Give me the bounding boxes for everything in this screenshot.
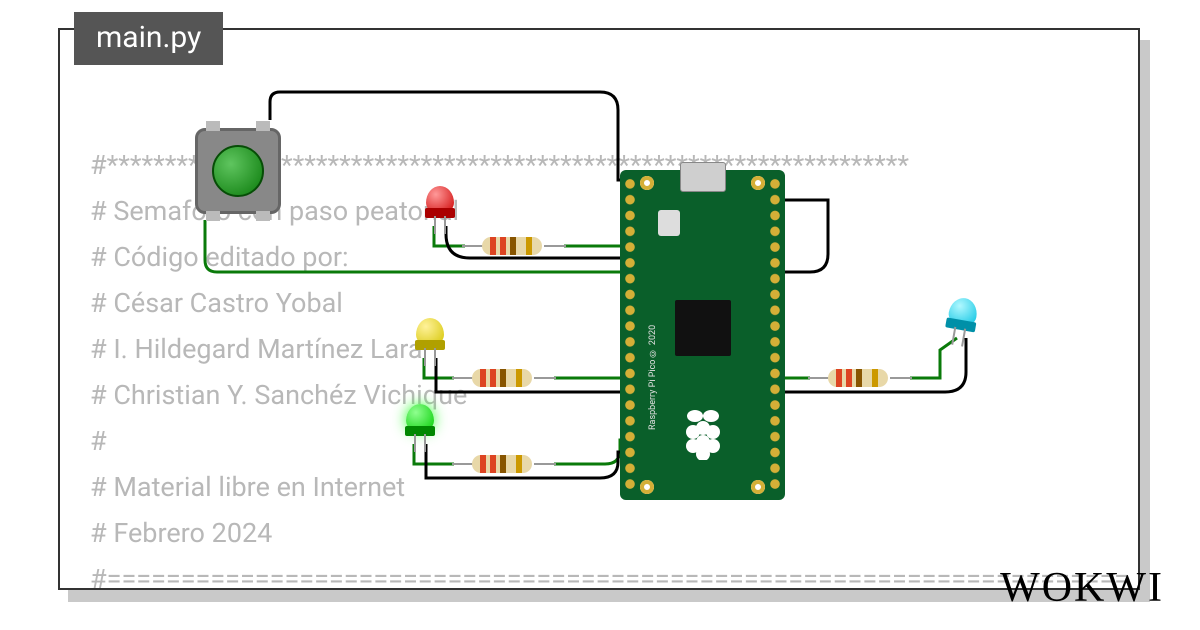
code-line: #***************************************…	[90, 149, 909, 181]
code-line: #	[90, 425, 107, 457]
file-tab[interactable]: main.py	[74, 12, 223, 65]
code-line: # Febrero 2024	[90, 517, 272, 549]
code-line: # Código editado por:	[90, 241, 349, 273]
code-line: # César Castro Yobal	[90, 287, 343, 319]
brand-text: WOKWI	[1000, 565, 1164, 611]
code-line: #=======================================…	[90, 563, 1129, 595]
code-line: # Material libre en Internet	[90, 471, 405, 503]
code-line: # I. Hildegard Martínez Lara	[90, 333, 423, 365]
code-preview: #***************************************…	[90, 96, 1129, 602]
file-tab-label: main.py	[96, 20, 201, 55]
code-line: # Christian Y. Sanchéz Vichique	[90, 379, 467, 411]
wokwi-brand: WOKWI	[1000, 564, 1164, 612]
code-line: # Semaforo con paso peatonal	[90, 195, 459, 227]
